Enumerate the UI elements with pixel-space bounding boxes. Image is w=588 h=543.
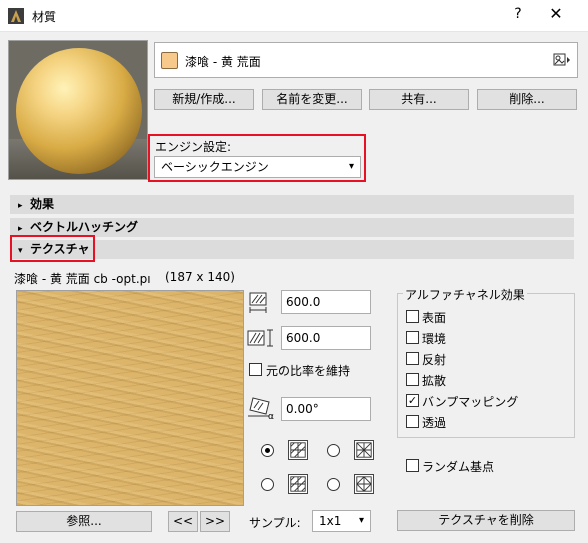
new-button[interactable]: 新規/作成... — [154, 89, 254, 110]
sample-select[interactable]: 1x1 ▾ — [312, 510, 371, 532]
alpha-channel-title: アルファチャネル効果 — [403, 286, 527, 303]
alpha-transparency-checkbox[interactable] — [406, 415, 419, 428]
texture-width-icon — [249, 292, 267, 313]
material-color-swatch — [161, 52, 178, 69]
texture-file-name: 漆喰 - 黄 荒面 cb -opt.pı — [14, 272, 151, 286]
help-button[interactable]: ? — [508, 6, 528, 22]
delete-texture-button[interactable]: テクスチャを削除 — [397, 510, 575, 531]
close-button[interactable]: ✕ — [546, 4, 566, 23]
share-button[interactable]: 共有... — [369, 89, 469, 110]
random-origin-checkbox[interactable] — [406, 459, 419, 472]
next-texture-button[interactable]: >> — [200, 511, 230, 532]
orientation-radio-2[interactable] — [327, 444, 340, 457]
delete-button[interactable]: 削除... — [477, 89, 577, 110]
material-picker-icon[interactable] — [553, 53, 571, 70]
preview-sphere — [16, 48, 142, 174]
sample-value: 1x1 — [319, 514, 342, 528]
random-origin-label: ランダム基点 — [422, 460, 495, 474]
panel-vector-hatching-label: ベクトルハッチング — [30, 220, 139, 234]
chevron-down-icon: ▾ — [348, 161, 354, 172]
expand-arrow-icon: ▸ — [18, 201, 23, 211]
alpha-diffuse-label: 拡散 — [422, 374, 447, 388]
alpha-diffuse-checkbox[interactable] — [406, 373, 419, 386]
texture-angle-icon: α — [248, 397, 274, 420]
texture-orientation-1-icon — [288, 440, 308, 460]
orientation-radio-4[interactable] — [327, 478, 340, 491]
alpha-surface-checkbox[interactable] — [406, 310, 419, 323]
keep-ratio-checkbox[interactable] — [249, 363, 262, 376]
keep-ratio-label: 元の比率を維持 — [266, 364, 351, 378]
alpha-reflection-label: 反射 — [422, 353, 447, 367]
material-name-box[interactable]: 漆喰 - 黄 荒面 — [154, 42, 578, 78]
alpha-transparency-label: 透過 — [422, 416, 447, 430]
alpha-environment-checkbox[interactable] — [406, 331, 419, 344]
texture-width-input[interactable]: 600.0 — [281, 290, 371, 314]
engine-value: ベーシックエンジン — [161, 160, 269, 174]
orientation-radio-3[interactable] — [261, 478, 274, 491]
alpha-bump-label: バンプマッピング — [422, 395, 519, 409]
rename-button[interactable]: 名前を変更... — [262, 89, 362, 110]
texture-highlight — [10, 235, 95, 262]
texture-orientation-4-icon — [354, 474, 374, 494]
panel-effects[interactable]: ▸ 効果 — [10, 195, 574, 214]
app-icon — [8, 8, 24, 24]
texture-orientation-3-icon — [288, 474, 308, 494]
panel-effects-label: 効果 — [30, 197, 55, 211]
alpha-surface-label: 表面 — [422, 311, 447, 325]
engine-select[interactable]: ベーシックエンジン ▾ — [154, 156, 361, 178]
browse-button[interactable]: 参照... — [16, 511, 152, 532]
texture-image — [16, 290, 244, 506]
window-title: 材質 — [32, 10, 57, 24]
chevron-down-icon: ▾ — [358, 515, 364, 526]
title-bar: 材質 ? ✕ — [0, 0, 588, 32]
engine-label: エンジン設定: — [155, 140, 232, 154]
alpha-reflection-checkbox[interactable] — [406, 352, 419, 365]
prev-texture-button[interactable]: << — [168, 511, 198, 532]
material-preview — [8, 40, 148, 180]
sample-label: サンプル: — [249, 516, 301, 530]
texture-angle-input[interactable]: 0.00° — [281, 397, 371, 421]
texture-size: (187 x 140) — [165, 270, 235, 284]
orientation-radio-1[interactable] — [261, 444, 274, 457]
texture-orientation-2-icon — [354, 440, 374, 460]
alpha-environment-label: 環境 — [422, 332, 447, 346]
svg-text:α: α — [268, 412, 274, 420]
alpha-bump-checkbox[interactable]: ✓ — [406, 394, 419, 407]
texture-height-icon — [247, 329, 273, 347]
texture-height-input[interactable]: 600.0 — [281, 326, 371, 350]
material-name: 漆喰 - 黄 荒面 — [185, 55, 261, 69]
